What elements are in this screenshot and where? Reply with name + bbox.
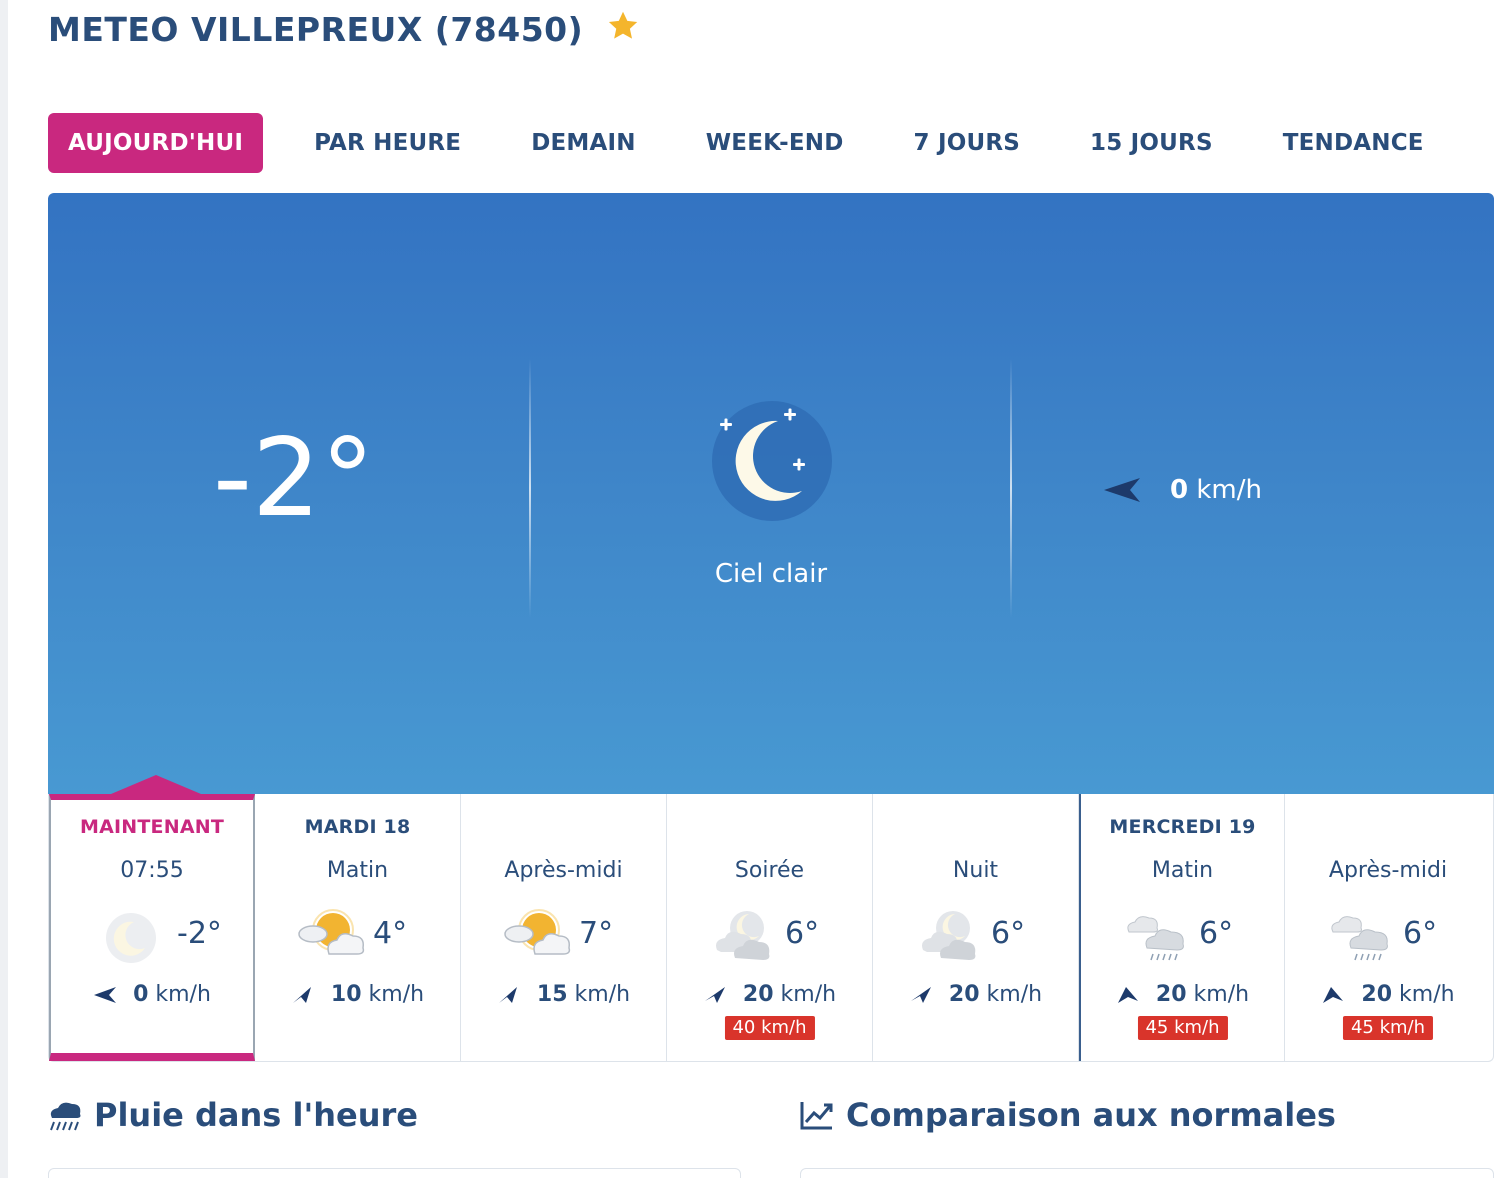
rain-section-title: Pluie dans l'heure bbox=[94, 1096, 418, 1134]
forecast-item-now[interactable]: MAINTENANT 07:55 -2° 0 km/h bbox=[49, 775, 255, 1061]
wind-unit: km/h bbox=[368, 982, 425, 1007]
wind-direction-icon bbox=[1323, 986, 1344, 1003]
forecast-strip: MAINTENANT 07:55 -2° 0 km/h MARDI 18 Mat… bbox=[48, 775, 1494, 1062]
forecast-period: Matin bbox=[1151, 858, 1214, 883]
forecast-item[interactable]: Après-midi 6° 20 km/h 45 km/h bbox=[1285, 794, 1491, 1061]
wind-unit: km/h bbox=[986, 982, 1043, 1007]
rain-clouds-icon bbox=[1127, 916, 1184, 961]
forecast-item[interactable]: Après-midi 7° 15 km/h bbox=[461, 794, 667, 1061]
current-wind: 0 km/h bbox=[1102, 475, 1262, 505]
wind-speed: 10 bbox=[330, 982, 362, 1007]
wind-speed: 15 bbox=[536, 982, 568, 1007]
forecast-period: Soirée bbox=[734, 858, 805, 883]
forecast-period: Après-midi bbox=[504, 858, 623, 883]
forecast-item[interactable]: MERCREDI 19 Matin 6° 20 km/h 45 km/h bbox=[1079, 794, 1285, 1061]
wind-unit: km/h bbox=[1399, 982, 1455, 1007]
forecast-temp: 6° bbox=[1403, 916, 1438, 951]
wind-direction-icon bbox=[498, 986, 517, 1003]
forecast-item[interactable]: MARDI 18 Matin 4° 10 km/h bbox=[255, 794, 461, 1061]
tab-7-jours[interactable]: 7 JOURS bbox=[879, 113, 1055, 173]
left-rail bbox=[0, 0, 8, 1178]
forecast-wind: 20 km/h bbox=[873, 982, 1078, 1007]
rain-clouds-icon bbox=[1331, 916, 1388, 961]
forecast-temp: 7° bbox=[579, 916, 614, 951]
wind-direction-icon bbox=[292, 986, 311, 1003]
forecast-item[interactable]: Soirée 6° 20 km/h 40 km/h bbox=[667, 794, 873, 1061]
forecast-period: Après-midi bbox=[1328, 858, 1448, 883]
forecast-temp: 6° bbox=[991, 916, 1026, 951]
rain-section-header: Pluie dans l'heure bbox=[48, 1096, 418, 1134]
forecast-temp: 4° bbox=[373, 916, 408, 951]
active-pointer bbox=[111, 775, 201, 794]
wind-unit: km/h bbox=[574, 982, 631, 1007]
wind-speed: 20 bbox=[948, 982, 980, 1007]
cloudy-night-icon bbox=[922, 911, 976, 960]
current-wind-unit: km/h bbox=[1196, 475, 1262, 505]
forecast-tabs: AUJOURD'HUI PAR HEURE DEMAIN WEEK-END 7 … bbox=[48, 113, 1459, 173]
wind-unit: km/h bbox=[780, 982, 837, 1007]
wind-unit: km/h bbox=[1193, 982, 1250, 1007]
divider bbox=[1010, 358, 1012, 618]
forecast-wind: 20 km/h bbox=[1081, 982, 1284, 1007]
tab-15-jours[interactable]: 15 JOURS bbox=[1055, 113, 1248, 173]
page-title: METEO VILLEPREUX (78450) bbox=[48, 10, 584, 49]
forecast-item[interactable]: Nuit 6° 20 km/h bbox=[873, 794, 1079, 1061]
wind-direction-icon bbox=[94, 986, 117, 1003]
wind-gust-badge: 40 km/h bbox=[724, 1016, 815, 1040]
wind-unit: km/h bbox=[155, 982, 211, 1007]
forecast-temp: 6° bbox=[785, 916, 820, 951]
wind-direction-icon bbox=[1117, 986, 1138, 1003]
tab-week-end[interactable]: WEEK-END bbox=[671, 113, 879, 173]
forecast-day: MERCREDI 19 bbox=[1109, 816, 1256, 838]
partly-sunny-icon bbox=[504, 909, 571, 955]
forecast-wind: 20 km/h bbox=[1285, 982, 1491, 1007]
tab-aujourdhui[interactable]: AUJOURD'HUI bbox=[48, 113, 264, 173]
forecast-period: Matin bbox=[326, 858, 389, 883]
current-wind-speed: 0 bbox=[1170, 475, 1189, 505]
current-weather-panel: -2° Ciel clair 0 km/h bbox=[48, 193, 1494, 794]
rain-cloud-icon bbox=[50, 1102, 81, 1131]
clear-night-moon-icon bbox=[106, 913, 156, 963]
normals-section-title: Comparaison aux normales bbox=[846, 1096, 1336, 1134]
forecast-wind: 20 km/h bbox=[667, 982, 872, 1007]
star-icon[interactable] bbox=[605, 8, 641, 44]
wind-speed: 0 bbox=[133, 982, 149, 1007]
forecast-wind: 0 km/h bbox=[51, 982, 253, 1007]
forecast-wind: 15 km/h bbox=[461, 982, 666, 1007]
normals-card bbox=[800, 1168, 1494, 1178]
forecast-period: Nuit bbox=[952, 858, 999, 883]
partly-sunny-icon bbox=[298, 909, 365, 955]
forecast-period: 07:55 bbox=[120, 858, 184, 883]
tab-par-heure[interactable]: PAR HEURE bbox=[279, 113, 496, 173]
forecast-day: MARDI 18 bbox=[304, 816, 411, 838]
normals-section-header: Comparaison aux normales bbox=[800, 1096, 1336, 1134]
forecast-temp: -2° bbox=[177, 916, 222, 951]
wind-speed: 20 bbox=[1155, 982, 1187, 1007]
wind-direction-icon bbox=[910, 986, 931, 1003]
forecast-day: MAINTENANT bbox=[80, 816, 224, 838]
wind-direction-icon bbox=[1104, 478, 1140, 502]
divider bbox=[529, 358, 531, 618]
cloudy-night-icon bbox=[716, 911, 770, 960]
trend-chart-icon bbox=[800, 1102, 833, 1130]
wind-gust-badge: 45 km/h bbox=[1342, 1016, 1434, 1040]
page-header: METEO VILLEPREUX (78450) bbox=[48, 10, 641, 49]
wind-direction-icon bbox=[704, 986, 725, 1003]
tab-demain[interactable]: DEMAIN bbox=[496, 113, 671, 173]
current-condition: Ciel clair bbox=[714, 559, 828, 589]
wind-speed: 20 bbox=[742, 982, 774, 1007]
tab-tendance[interactable]: TENDANCE bbox=[1248, 113, 1459, 173]
wind-speed: 20 bbox=[1361, 982, 1393, 1007]
forecast-temp: 6° bbox=[1199, 916, 1234, 951]
clear-night-moon-icon bbox=[712, 401, 832, 521]
wind-gust-badge: 45 km/h bbox=[1137, 1016, 1228, 1040]
forecast-wind: 10 km/h bbox=[255, 982, 460, 1007]
current-temperature: -2° bbox=[213, 416, 375, 541]
rain-card bbox=[48, 1168, 741, 1178]
